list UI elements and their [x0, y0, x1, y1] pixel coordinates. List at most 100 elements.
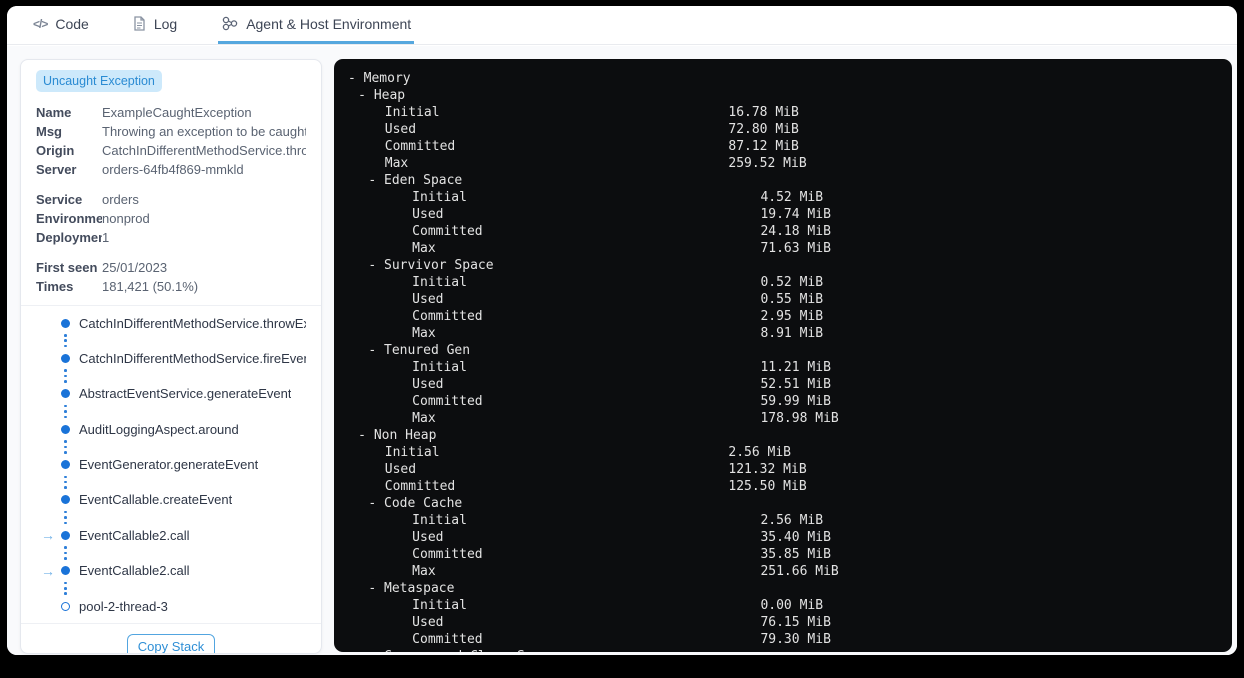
- field-value: 1: [102, 230, 110, 245]
- tree-row-value: 11.21 MiB: [760, 360, 831, 375]
- tree-row-value: 2.95 MiB: [760, 309, 824, 324]
- tab-label: Agent & Host Environment: [246, 15, 412, 32]
- tree-row-label: Max: [412, 241, 436, 256]
- tree-node-row[interactable]: - Code Cache: [348, 495, 1232, 512]
- tree-row-label: - Compressed Class Space: [368, 648, 556, 652]
- copy-stack-button[interactable]: Copy Stack: [126, 634, 216, 653]
- tree-row-value: 4.52 MiB: [760, 190, 824, 205]
- field-label: Times: [36, 279, 74, 294]
- tree-row-label: Initial: [412, 360, 467, 375]
- field-label: Msg: [36, 124, 62, 139]
- tree-node-row[interactable]: - Tenured Gen: [348, 342, 1232, 359]
- tree-row-label: Used: [412, 615, 444, 630]
- tree-row-label: Max: [412, 411, 436, 426]
- stack-item-dot-icon: [61, 460, 70, 469]
- stack-item-label: EventCallable2.call: [79, 527, 190, 543]
- field-value: 181,421 (50.1%): [102, 279, 199, 294]
- tree-node-row[interactable]: - Metaspace: [348, 580, 1232, 597]
- tree-row-label: - Heap: [358, 88, 406, 103]
- tree-row-label: Initial: [412, 275, 467, 290]
- tree-leaf-row: Committed 59.99 MiB: [348, 393, 1232, 410]
- tree-row-value: 259.52 MiB: [728, 156, 807, 171]
- stack-connector-dots: [64, 440, 306, 454]
- exception-details-section: Name ExampleCaughtException Msg Throwing an…: [36, 103, 306, 179]
- stack-item[interactable]: AuditLoggingAspect.around: [41, 421, 306, 437]
- tree-row-label: - Eden Space: [368, 173, 463, 188]
- stack-item-label: CatchInDifferentMethodService.throwEx...: [79, 315, 306, 331]
- tree-row-label: - Metaspace: [368, 581, 455, 596]
- tree-leaf-row: Committed 35.85 MiB: [348, 546, 1232, 563]
- stack-item[interactable]: pool-2-thread-3: [41, 598, 306, 614]
- stack-item-dot-icon: [61, 566, 70, 576]
- tree-leaf-row: Initial 16.78 MiB: [348, 104, 1232, 121]
- current-frame-arrow-icon: →: [41, 562, 55, 579]
- service-info-section: ServiceordersEnvironmentnonprod Deploymen…: [36, 190, 306, 247]
- tree-row-label: Used: [384, 462, 417, 477]
- field-row: First seen 25/01/2023: [36, 258, 306, 277]
- tree-row-label: Committed: [384, 479, 456, 494]
- tree-leaf-row: Used 0.55 MiB: [348, 291, 1232, 308]
- stack-item-dot-icon: [61, 389, 70, 399]
- tree-row-value: 2.56 MiB: [760, 513, 824, 528]
- stack-item[interactable]: CatchInDifferentMethodService.fireEvent: [41, 350, 306, 366]
- stack-connector-dots: [64, 369, 306, 383]
- tree-leaf-row: Committed 79.30 MiB: [348, 631, 1232, 648]
- stack-item-label: EventCallable2.call: [79, 563, 190, 579]
- tree-row-value: 59.99 MiB: [760, 394, 831, 409]
- field-label: Deployment: [36, 230, 102, 245]
- tree-node-row[interactable]: - Memory: [348, 70, 1232, 87]
- tree-leaf-row: Committed 125.50 MiB: [348, 478, 1232, 495]
- tree-row-value: 0.55 MiB: [760, 292, 824, 307]
- tree-row-value: 121.32 MiB: [728, 462, 807, 477]
- field-label: Service: [36, 192, 83, 207]
- tree-leaf-row: Initial 4.52 MiB: [348, 189, 1232, 206]
- tab-log[interactable]: Log: [130, 6, 180, 44]
- tree-row-label: - Non Heap: [358, 428, 437, 443]
- tree-row-label: Committed: [412, 547, 483, 562]
- field-row: Origin CatchInDifferentMethodService.thro…: [36, 141, 306, 160]
- tree-leaf-row: Used 121.32 MiB: [348, 461, 1232, 478]
- tree-row-label: Initial: [412, 513, 467, 528]
- stack-item[interactable]: EventCallable.createEvent: [41, 492, 306, 508]
- tree-leaf-row: Max 259.52 MiB: [348, 155, 1232, 172]
- tree-row-value: 178.98 MiB: [760, 411, 839, 426]
- tree-leaf-row: Initial 0.00 MiB: [348, 597, 1232, 614]
- tree-row-value: 8.91 MiB: [760, 326, 824, 341]
- tab-code[interactable]: </> Code: [30, 6, 92, 44]
- stack-item[interactable]: CatchInDifferentMethodService.throwEx...: [41, 315, 306, 331]
- field-value: 25/01/2023: [102, 260, 168, 275]
- exception-type-badge: Uncaught Exception: [36, 70, 162, 92]
- tree-node-row[interactable]: - Compressed Class Space: [348, 648, 1232, 652]
- tree-row-value: 72.80 MiB: [728, 122, 799, 137]
- tree-node-row[interactable]: - Eden Space: [348, 172, 1232, 189]
- stack-item[interactable]: → EventCallable2.call: [41, 527, 306, 543]
- tree-row-label: - Code Cache: [368, 496, 463, 511]
- stack-item[interactable]: → EventCallable2.call: [41, 563, 306, 579]
- tree-leaf-row: Max 8.91 MiB: [348, 325, 1232, 342]
- tree-leaf-row: Initial 2.56 MiB: [348, 512, 1232, 529]
- field-row: Service orders: [36, 190, 306, 209]
- tree-leaf-row: Max 71.63 MiB: [348, 240, 1232, 257]
- stack-item[interactable]: EventGenerator.generateEvent: [41, 457, 306, 473]
- tree-node-row[interactable]: - Survivor Space: [348, 257, 1232, 274]
- tree-row-label: Committed: [412, 394, 483, 409]
- tree-row-label: Committed: [384, 139, 456, 154]
- code-icon: </>: [33, 16, 48, 31]
- field-label: First seen: [36, 260, 98, 275]
- field-value: CatchInDifferentMethodService.throwExcep: [102, 143, 306, 158]
- current-frame-arrow-icon: →: [41, 527, 55, 544]
- tree-row-label: Max: [412, 326, 436, 341]
- tree-leaf-row: Committed 24.18 MiB: [348, 223, 1232, 240]
- stack-item-label: AbstractEventService.generateEvent: [79, 386, 292, 402]
- tab-agent-host-environment[interactable]: Agent & Host Environment: [218, 6, 415, 44]
- tree-row-label: Used: [412, 292, 444, 307]
- stack-item[interactable]: AbstractEventService.generateEvent: [41, 386, 306, 402]
- field-row: Environmentnonprod: [36, 209, 306, 228]
- tree-leaf-row: Committed 2.95 MiB: [348, 308, 1232, 325]
- agent-icon: [221, 15, 238, 32]
- tree-row-value: 35.40 MiB: [760, 530, 831, 545]
- tree-node-row[interactable]: - Non Heap: [348, 427, 1232, 444]
- tree-row-label: Initial: [412, 598, 467, 613]
- stack-item-label: AuditLoggingAspect.around: [79, 421, 239, 437]
- tree-node-row[interactable]: - Heap: [348, 87, 1232, 104]
